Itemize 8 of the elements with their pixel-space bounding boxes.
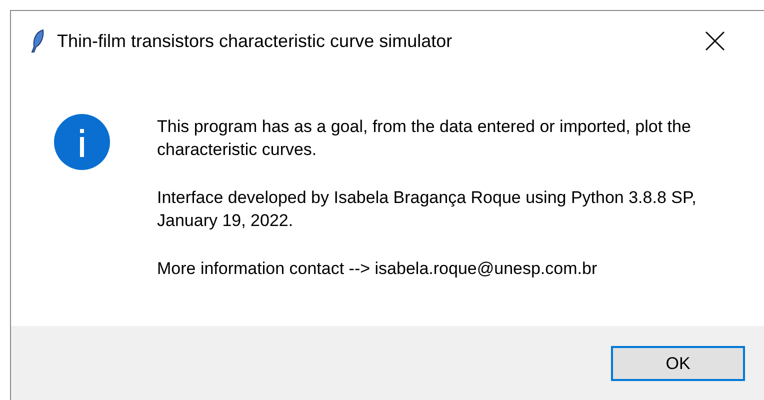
feather-icon (31, 29, 45, 53)
message-text: Interface developed by Isabela Bragança Roque using Python 3.8.8 SP, January 19, 2022. (157, 187, 698, 232)
window-title: Thin-film transistors characteristic curve simulator (57, 30, 454, 52)
message-text: This program has as a goal, from the data entered or imported, plot the characteristic curves. (157, 116, 692, 161)
ok-button[interactable]: OK (611, 346, 745, 381)
close-icon[interactable] (705, 31, 725, 51)
info-icon (53, 113, 111, 171)
message-text: More information contact --> isabela.roque@unesp.com.br (157, 258, 598, 280)
